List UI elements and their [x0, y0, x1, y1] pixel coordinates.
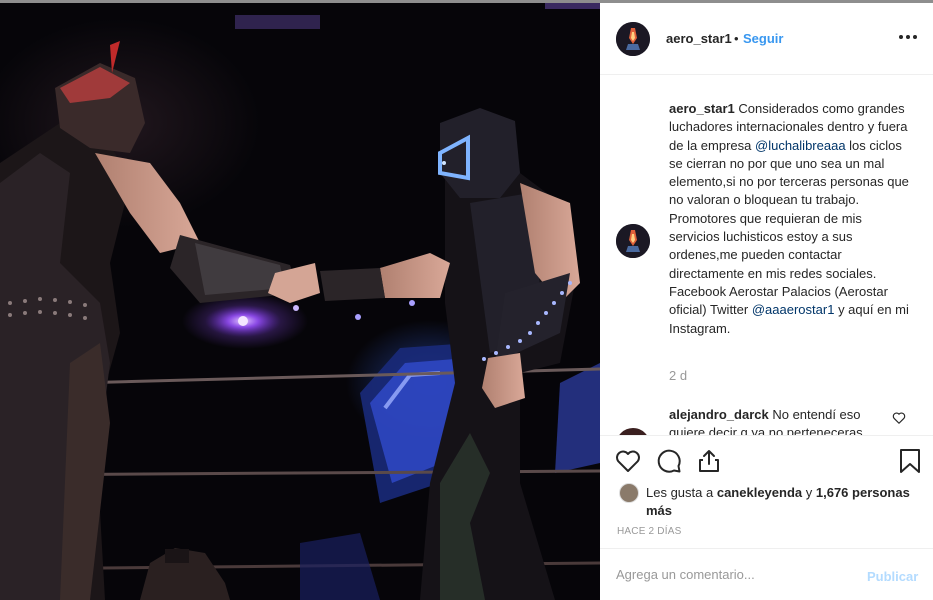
heart-icon[interactable] — [614, 447, 642, 475]
commenter-avatar[interactable] — [616, 428, 650, 435]
comment-icon[interactable] — [655, 447, 683, 475]
likes-summary: Les gusta a canekleyenda y 1,676 persona… — [646, 484, 916, 520]
publish-button[interactable]: Publicar — [867, 569, 918, 584]
caption-time-ago[interactable]: 2 d — [669, 368, 687, 383]
post-header: aero_star1 • Seguir — [600, 3, 933, 75]
liker-username[interactable]: canekleyenda — [717, 485, 802, 500]
post-caption: aero_star1 Considerados como grandes luc… — [669, 100, 913, 338]
wrestlers-illustration — [0, 3, 600, 600]
post-actions: Les gusta a canekleyenda y 1,676 persona… — [600, 435, 933, 548]
bookmark-icon[interactable] — [896, 447, 924, 475]
post-timestamp[interactable]: HACE 2 DÍAS — [617, 526, 681, 537]
share-icon[interactable] — [695, 447, 723, 475]
caption-text-2: los ciclos se cierran no por que uno sea… — [669, 137, 909, 318]
comment-item: alejandro_darck No entendí eso quiere de… — [669, 406, 894, 435]
follow-button[interactable]: Seguir — [743, 31, 783, 46]
author-avatar[interactable] — [616, 22, 650, 56]
liker-avatar[interactable] — [619, 483, 639, 503]
caption-author[interactable]: aero_star1 — [669, 101, 735, 116]
comment-like-heart-icon[interactable] — [892, 411, 906, 425]
post-details-panel: aero_star1 • Seguir aero_star1 Considera… — [600, 3, 933, 600]
more-horizontal-icon[interactable] — [896, 27, 920, 47]
caption-mention-luchalibreaaa[interactable]: @luchalibreaaa — [755, 138, 846, 153]
author-username[interactable]: aero_star1 — [666, 31, 732, 46]
caption-mention-aaaerostar1[interactable]: @aaaerostar1 — [752, 302, 835, 317]
add-comment-bar: Publicar — [600, 548, 933, 600]
likes-prefix: Les gusta a — [646, 485, 714, 500]
caption-author-avatar[interactable] — [616, 224, 650, 258]
separator-dot: • — [734, 31, 739, 46]
likes-conjunction: y — [805, 485, 813, 500]
post-photo[interactable] — [0, 3, 600, 600]
add-comment-input[interactable] — [616, 563, 846, 585]
comments-list[interactable]: aero_star1 Considerados como grandes luc… — [600, 76, 933, 435]
comment-author[interactable]: alejandro_darck — [669, 407, 769, 422]
